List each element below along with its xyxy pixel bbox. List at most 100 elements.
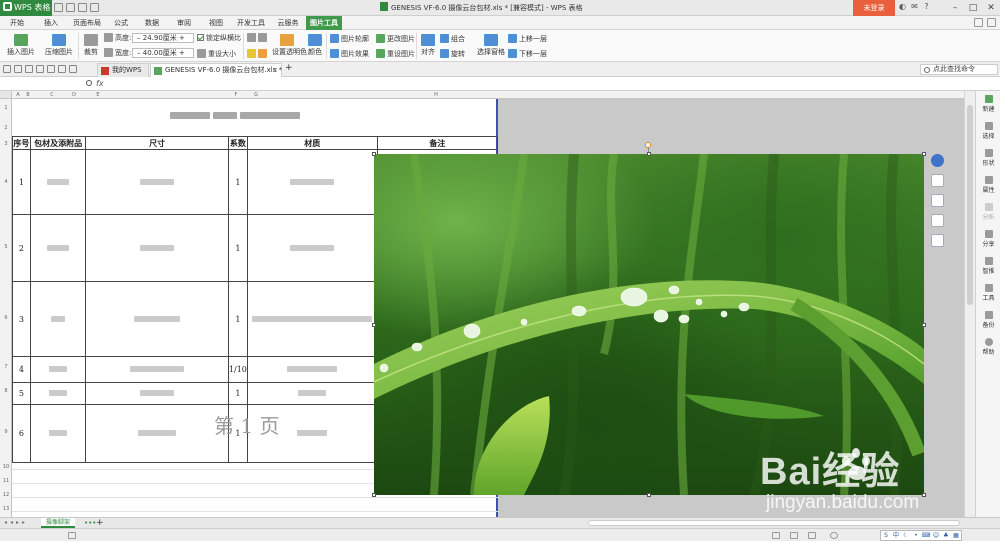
cell-coef[interactable]: 1 (227, 149, 248, 215)
sidebar-item-tools[interactable]: 工具 (976, 284, 1000, 302)
cell-material[interactable] (246, 382, 378, 405)
picture-outline-button[interactable]: 图片轮廓 (330, 34, 369, 44)
ime-user-icon[interactable]: ☺ (931, 531, 941, 540)
crop-button[interactable]: 裁剪 (82, 34, 100, 57)
insert-picture-button[interactable]: 插入图片 (4, 34, 38, 57)
feedback-icon[interactable]: ✉ (910, 2, 919, 12)
app-menu-button[interactable]: WPS 表格 (0, 0, 52, 16)
cell-no[interactable]: 3 (12, 281, 31, 357)
cell-coef[interactable]: 1 (227, 382, 248, 405)
view-page-icon[interactable] (790, 532, 798, 539)
close-icon[interactable]: ✕ (982, 0, 1000, 16)
compress-picture-button[interactable]: 压缩图片 (44, 34, 74, 57)
print-icon[interactable] (36, 65, 44, 73)
tab-cloud[interactable]: 云服务 (274, 16, 302, 30)
cell-no[interactable]: 1 (12, 149, 31, 215)
preview-icon[interactable] (47, 65, 55, 73)
open-icon[interactable] (3, 65, 11, 73)
cell-item[interactable] (29, 404, 87, 463)
bring-forward-button[interactable]: 上移一层 (508, 34, 547, 44)
header-cell[interactable]: 材质 (246, 136, 378, 150)
sidebar-item-new[interactable]: 新建 (976, 95, 1000, 113)
view-break-icon[interactable] (808, 532, 816, 539)
tab-home[interactable]: 开始 (4, 16, 30, 30)
send-backward-button[interactable]: 下移一层 (508, 49, 547, 59)
cell-no[interactable]: 6 (12, 404, 31, 463)
add-sheet-button[interactable]: + (96, 518, 104, 528)
align-button[interactable]: 对齐 (420, 34, 436, 57)
ribbon-help-icon[interactable] (987, 18, 996, 27)
column-header[interactable]: C (48, 91, 56, 99)
tab-review[interactable]: 审阅 (172, 16, 196, 30)
resize-handle[interactable] (372, 493, 376, 497)
sidebar-item-analyze[interactable]: 分析 (976, 203, 1000, 221)
rotate-handle[interactable] (645, 142, 651, 148)
header-cell[interactable]: 备注 (376, 136, 499, 150)
sidebar-item-select[interactable]: 选择 (976, 122, 1000, 140)
ime-cn-icon[interactable]: 中 (891, 531, 901, 540)
row-header[interactable]: 10 (0, 464, 12, 470)
zoom-picture-icon[interactable] (931, 194, 944, 207)
row-header[interactable]: 4 (0, 179, 12, 185)
login-button[interactable]: 未登录 (853, 0, 895, 16)
cell-coef[interactable]: 1/10 (227, 356, 248, 383)
cell-no[interactable]: 4 (12, 356, 31, 383)
cell-item[interactable] (29, 281, 87, 357)
row-header[interactable]: 7 (0, 364, 12, 370)
tab-picture-tools[interactable]: 图片工具 (306, 16, 342, 30)
tab-data[interactable]: 数据 (140, 16, 164, 30)
color-button[interactable]: 颜色 (308, 34, 322, 57)
fx-label[interactable]: fx (96, 77, 104, 91)
lock-ratio-checkbox[interactable]: 锁定纵横比 (197, 34, 241, 43)
column-header[interactable]: E (94, 91, 102, 99)
cell-coef[interactable]: 1 (227, 281, 248, 357)
scroll-thumb[interactable] (967, 105, 973, 305)
cell-item[interactable] (29, 356, 87, 383)
redo-icon[interactable] (69, 65, 77, 73)
tab-page-layout[interactable]: 页面布局 (70, 16, 104, 30)
tab-view[interactable]: 视图 (204, 16, 228, 30)
maximize-icon[interactable]: □ (964, 0, 982, 16)
layers-icon[interactable] (931, 174, 944, 187)
status-icon[interactable] (68, 532, 76, 539)
collapse-ribbon-icon[interactable] (974, 18, 983, 27)
select-all-corner[interactable] (0, 91, 12, 99)
redo-icon[interactable] (90, 3, 99, 12)
cell-size[interactable] (85, 382, 229, 405)
cell-material[interactable] (246, 281, 378, 357)
set-transparent-button[interactable]: 设置透明色 (272, 34, 307, 57)
resize-handle[interactable] (922, 152, 926, 156)
picture-effects-button[interactable]: 图片效果 (330, 49, 369, 59)
row-header[interactable]: 3 (0, 141, 12, 147)
cell-material[interactable] (246, 214, 378, 282)
tab-insert[interactable]: 插入 (38, 16, 64, 30)
row-header[interactable]: 12 (0, 492, 12, 498)
resize-handle[interactable] (647, 152, 651, 156)
reset-size-button[interactable]: 重设大小 (197, 49, 236, 59)
row-header[interactable]: 11 (0, 478, 12, 484)
cell-size[interactable] (85, 404, 229, 463)
undo-icon[interactable] (58, 65, 66, 73)
header-cell[interactable]: 序号 (12, 136, 31, 150)
selection-pane-button[interactable]: 选择窗格 (476, 34, 506, 57)
change-picture-button[interactable]: 更改图片 (376, 34, 415, 44)
recolor-buttons[interactable] (247, 49, 269, 59)
sidebar-item-shape[interactable]: 形状 (976, 149, 1000, 167)
resize-handle[interactable] (372, 152, 376, 156)
header-cell[interactable]: 包材及添附品 (29, 136, 87, 150)
reset-picture-button[interactable]: 重设图片 (376, 49, 415, 59)
cell-no[interactable]: 5 (12, 382, 31, 405)
row-header[interactable]: 6 (0, 315, 12, 321)
cell-coef[interactable]: 1 (227, 214, 248, 282)
sidebar-item-help[interactable]: 帮助 (976, 338, 1000, 356)
save-icon[interactable] (25, 65, 33, 73)
sidebar-item-properties[interactable]: 属性 (976, 176, 1000, 194)
resize-handle[interactable] (647, 493, 651, 497)
cell-size[interactable] (85, 281, 229, 357)
doc-tab-active-file[interactable]: GENESIS VF-6.0 摄像云台包材.xls * × (150, 63, 282, 77)
sheet-nav-arrows[interactable]: ◂◂▸▸ (4, 518, 28, 528)
ime-keyboard-icon[interactable]: ⌨ (921, 531, 931, 540)
tab-developer[interactable]: 开发工具 (234, 16, 268, 30)
row-header[interactable]: 1 (0, 105, 12, 111)
resize-handle[interactable] (922, 323, 926, 327)
